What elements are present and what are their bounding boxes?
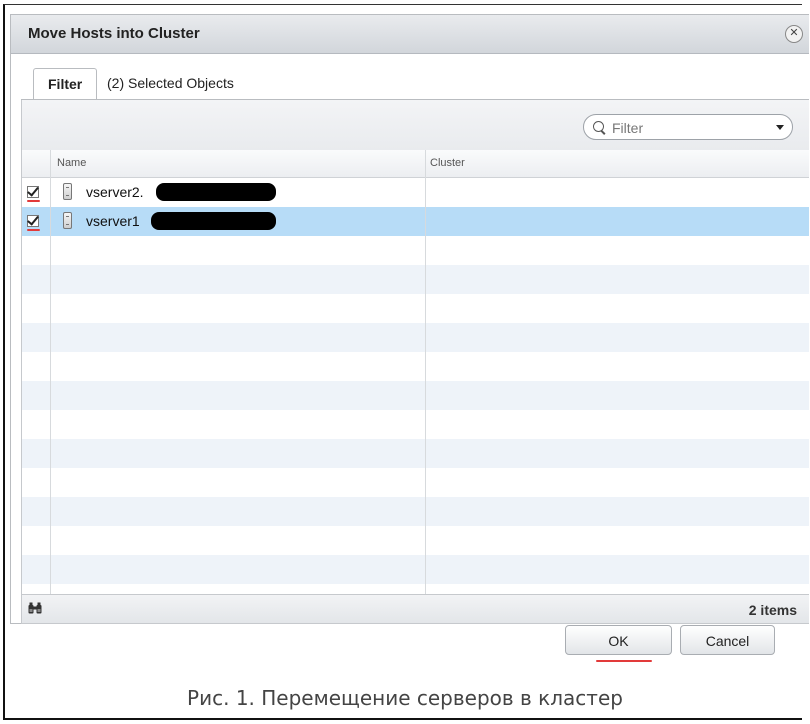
server-icon (63, 212, 72, 229)
item-count: 2 items (748, 602, 797, 618)
annotation-underline (596, 660, 652, 662)
empty-row (22, 468, 809, 497)
filter-toolbar (21, 100, 809, 151)
empty-row (22, 555, 809, 584)
column-header-name[interactable]: Name (57, 157, 86, 169)
close-icon: ✕ (789, 27, 799, 39)
table-row[interactable]: vserver1 (22, 207, 809, 236)
column-divider (50, 150, 51, 623)
host-name: vserver1 (86, 213, 140, 229)
empty-row (22, 381, 809, 410)
tab-filter[interactable]: Filter (33, 68, 97, 100)
host-name: vserver2. (86, 184, 144, 200)
empty-row (22, 352, 809, 381)
close-button[interactable]: ✕ (785, 25, 803, 43)
empty-row (22, 236, 809, 265)
dialog-titlebar: Move Hosts into Cluster ✕ (11, 15, 809, 54)
hosts-grid: Name Cluster vserver2. vserver1 2 items (21, 150, 809, 624)
server-icon (63, 183, 72, 200)
filter-panel: Name Cluster vserver2. vserver1 (21, 100, 809, 627)
chevron-down-icon[interactable] (776, 125, 784, 130)
table-row[interactable]: vserver2. (22, 178, 809, 207)
redaction-mark (156, 183, 276, 201)
column-header-cluster[interactable]: Cluster (430, 157, 465, 169)
empty-row (22, 526, 809, 555)
grid-body: vserver2. vserver1 (22, 178, 809, 595)
empty-row (22, 439, 809, 468)
filter-search-box[interactable] (583, 114, 793, 140)
cancel-button[interactable]: Cancel (680, 625, 775, 655)
empty-row (22, 265, 809, 294)
annotation-underline (27, 200, 40, 202)
move-hosts-dialog: Move Hosts into Cluster ✕ Filter (2) Sel… (10, 14, 809, 624)
annotation-underline (27, 229, 40, 231)
grid-header: Name Cluster (22, 150, 809, 178)
ok-button[interactable]: OK (565, 625, 672, 655)
tab-selected-objects[interactable]: (2) Selected Objects (107, 68, 234, 99)
filter-input[interactable] (610, 118, 764, 138)
empty-row (22, 410, 809, 439)
figure-caption: Рис. 1. Перемещение серверов в кластер (187, 686, 623, 710)
row-checkbox[interactable] (27, 186, 39, 198)
grid-footer: 2 items (22, 594, 809, 623)
empty-row (22, 294, 809, 323)
empty-row (22, 497, 809, 526)
empty-row (22, 323, 809, 352)
binoculars-icon[interactable] (28, 602, 42, 614)
column-divider (425, 150, 426, 623)
dialog-title: Move Hosts into Cluster (28, 25, 200, 42)
row-checkbox[interactable] (27, 215, 39, 227)
search-icon (593, 121, 604, 132)
redaction-mark (151, 212, 276, 230)
